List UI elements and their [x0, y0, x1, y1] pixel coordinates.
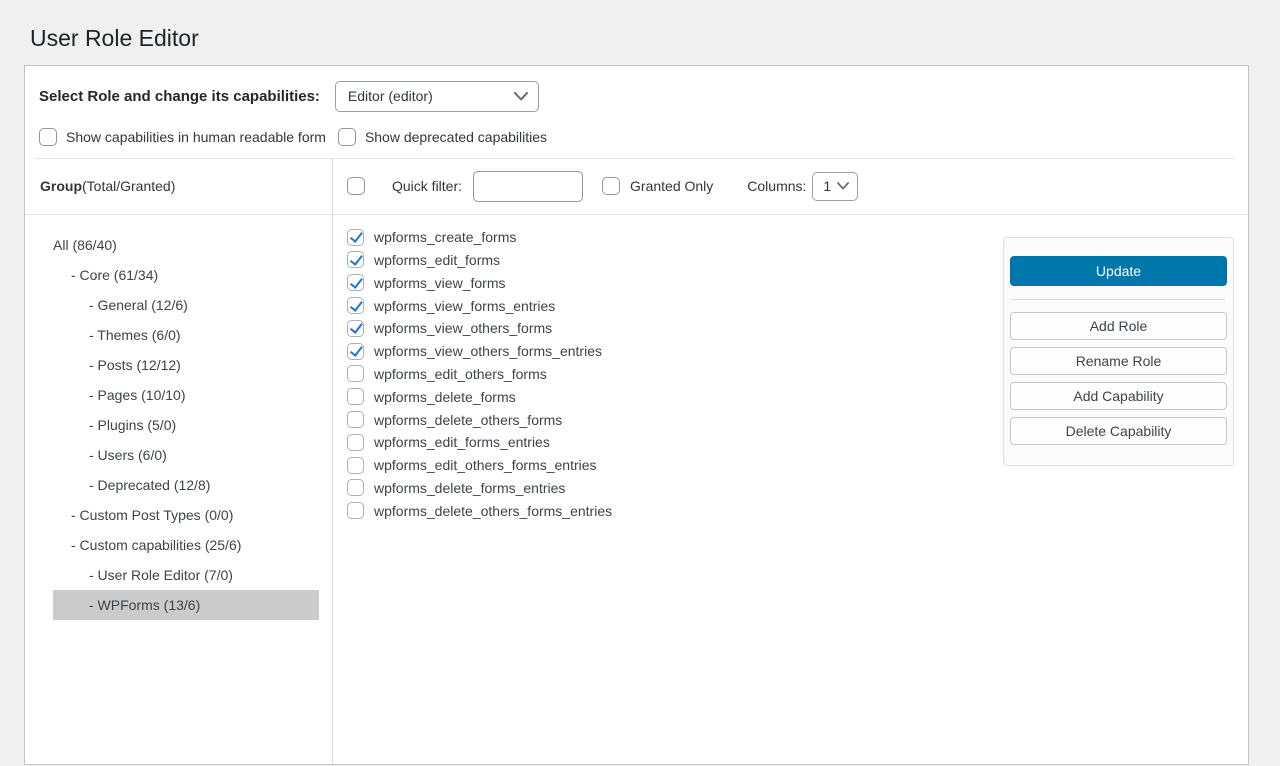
delete-capability-button[interactable]: Delete Capability	[1010, 417, 1227, 445]
capability-label: wpforms_view_others_forms_entries	[374, 343, 602, 359]
rename-role-button[interactable]: Rename Role	[1010, 347, 1227, 375]
capability-row: wpforms_edit_forms_entries	[347, 431, 1003, 454]
capability-label: wpforms_create_forms	[374, 229, 516, 245]
capability-row: wpforms_delete_others_forms_entries	[347, 499, 1003, 522]
capability-label: wpforms_delete_others_forms_entries	[374, 503, 612, 519]
capability-label: wpforms_edit_forms	[374, 252, 500, 268]
group-item-plugins[interactable]: - Plugins (5/0)	[53, 410, 319, 440]
capability-row: wpforms_delete_forms	[347, 385, 1003, 408]
group-item-custom-post-types[interactable]: - Custom Post Types (0/0)	[53, 500, 319, 530]
capability-label: wpforms_edit_others_forms_entries	[374, 457, 597, 473]
select-role-label: Select Role and change its capabilities:	[39, 88, 320, 105]
capability-checkbox[interactable]	[347, 251, 364, 268]
group-item-all[interactable]: All (86/40)	[53, 230, 319, 260]
human-readable-checkbox[interactable]	[39, 128, 57, 146]
capability-checkbox[interactable]	[347, 343, 364, 360]
capability-label: wpforms_delete_forms	[374, 389, 516, 405]
columns-label: Columns:	[747, 178, 806, 194]
capability-row: wpforms_create_forms	[347, 226, 1003, 249]
columns-select-value: 1	[823, 178, 831, 194]
capability-label: wpforms_delete_others_forms	[374, 412, 562, 428]
actions-divider	[1012, 299, 1225, 300]
actions-panel: Update Add Role Rename Role Add Capabili…	[1003, 237, 1234, 466]
capability-row: wpforms_view_forms_entries	[347, 294, 1003, 317]
capability-checkbox[interactable]	[347, 479, 364, 496]
chevron-down-icon	[837, 182, 849, 190]
add-capability-button[interactable]: Add Capability	[1010, 382, 1227, 410]
groups-tree: All (86/40) - Core (61/34) - General (12…	[25, 215, 332, 620]
show-deprecated-label: Show deprecated capabilities	[365, 129, 547, 145]
groups-column-header: Group (Total/Granted)	[25, 159, 332, 215]
filter-bar: Quick filter: Granted Only Columns: 1	[333, 159, 1248, 215]
capability-label: wpforms_view_forms_entries	[374, 298, 555, 314]
capability-row: wpforms_view_others_forms	[347, 317, 1003, 340]
group-item-general[interactable]: - General (12/6)	[53, 290, 319, 320]
capability-checkbox[interactable]	[347, 229, 364, 246]
update-button[interactable]: Update	[1010, 256, 1227, 286]
capability-checkbox[interactable]	[347, 274, 364, 291]
group-item-user-role-editor[interactable]: - User Role Editor (7/0)	[53, 560, 319, 590]
capability-row: wpforms_edit_others_forms_entries	[347, 454, 1003, 477]
capability-checkbox[interactable]	[347, 320, 364, 337]
capability-row: wpforms_delete_forms_entries	[347, 477, 1003, 500]
capability-checkbox[interactable]	[347, 365, 364, 382]
group-header-bold: Group	[40, 178, 82, 194]
group-item-users[interactable]: - Users (6/0)	[53, 440, 319, 470]
capability-label: wpforms_view_others_forms	[374, 320, 552, 336]
granted-only-label: Granted Only	[630, 178, 713, 194]
add-role-button[interactable]: Add Role	[1010, 312, 1227, 340]
group-item-posts[interactable]: - Posts (12/12)	[53, 350, 319, 380]
quick-filter-label: Quick filter:	[392, 178, 462, 194]
group-item-deprecated[interactable]: - Deprecated (12/8)	[53, 470, 319, 500]
group-header-rest: (Total/Granted)	[82, 178, 175, 194]
capability-label: wpforms_view_forms	[374, 275, 505, 291]
capability-label: wpforms_delete_forms_entries	[374, 480, 565, 496]
group-item-custom-capabilities[interactable]: - Custom capabilities (25/6)	[53, 530, 319, 560]
capability-label: wpforms_edit_forms_entries	[374, 434, 550, 450]
capability-row: wpforms_edit_others_forms	[347, 363, 1003, 386]
capability-row: wpforms_delete_others_forms	[347, 408, 1003, 431]
role-select[interactable]: Editor (editor)	[335, 81, 539, 112]
capability-row: wpforms_edit_forms	[347, 249, 1003, 272]
columns-select[interactable]: 1	[812, 172, 858, 201]
granted-only-checkbox[interactable]	[602, 177, 620, 195]
role-select-value: Editor (editor)	[348, 88, 433, 104]
group-item-wpforms[interactable]: - WPForms (13/6)	[53, 590, 319, 620]
capability-checkbox[interactable]	[347, 388, 364, 405]
role-section: Select Role and change its capabilities:…	[25, 66, 1248, 158]
group-item-core[interactable]: - Core (61/34)	[53, 260, 319, 290]
page-title: User Role Editor	[0, 0, 1280, 53]
quick-filter-input[interactable]	[473, 171, 583, 202]
groups-column: Group (Total/Granted) All (86/40) - Core…	[25, 159, 333, 764]
capability-row: wpforms_view_others_forms_entries	[347, 340, 1003, 363]
user-role-editor-panel: Select Role and change its capabilities:…	[24, 65, 1249, 765]
capability-row: wpforms_view_forms	[347, 271, 1003, 294]
capability-label: wpforms_edit_others_forms	[374, 366, 547, 382]
capabilities-column: Quick filter: Granted Only Columns: 1 wp…	[333, 159, 1248, 764]
capability-checkbox[interactable]	[347, 502, 364, 519]
capabilities-list: wpforms_create_forms wpforms_edit_forms …	[333, 215, 1003, 522]
capability-checkbox[interactable]	[347, 411, 364, 428]
show-deprecated-checkbox[interactable]	[338, 128, 356, 146]
capability-checkbox[interactable]	[347, 457, 364, 474]
group-item-pages[interactable]: - Pages (10/10)	[53, 380, 319, 410]
chevron-down-icon	[514, 92, 528, 101]
capability-checkbox[interactable]	[347, 297, 364, 314]
capability-checkbox[interactable]	[347, 434, 364, 451]
group-item-themes[interactable]: - Themes (6/0)	[53, 320, 319, 350]
select-all-checkbox[interactable]	[347, 177, 365, 195]
human-readable-label: Show capabilities in human readable form	[66, 129, 326, 145]
